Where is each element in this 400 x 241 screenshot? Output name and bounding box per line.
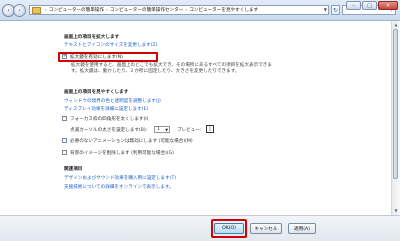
magnifier-description: 拡大鏡を使用すると、画面上のどこでも拡大でき、その場所にあるすべての項目を拡大表… (71, 63, 341, 75)
link-assistive-technology[interactable]: 支援技術についての詳細をオンラインで表示します。 (64, 184, 174, 190)
control-panel-icon (32, 6, 41, 14)
cursor-width-value: 1 (157, 127, 160, 132)
animations-checkbox[interactable] (62, 138, 67, 143)
scroll-down-icon[interactable]: ▼ (393, 208, 399, 214)
cursor-width-select[interactable]: 1 ▼ (154, 126, 170, 133)
chevron-down-icon: ▼ (165, 127, 168, 132)
link-display-effects[interactable]: ディスプレイ効果を詳細に設定します(E) (64, 106, 148, 112)
vertical-scrollbar[interactable]: ▲ ▼ (391, 21, 400, 215)
section-title-magnify: 画面上の項目を拡大します (64, 35, 120, 40)
chevron-down-icon[interactable]: ▼ (324, 7, 327, 12)
maximize-button[interactable]: □ (362, 1, 377, 10)
link-text-size[interactable]: テキストとアイコンのサイズを変更します(Z) (64, 42, 158, 48)
section-title-visibility: 画面上の項目を見やすくします (64, 90, 129, 95)
ok-button-highlight (211, 219, 247, 238)
breadcrumb-separator: › (185, 7, 188, 13)
address-bar[interactable]: › コンピューターの簡単操作 › コンピューターの簡単操作センター › コンピュ… (29, 5, 329, 15)
link-sound-effects[interactable]: デザインおよびサウンド効果を購入用に設定します(T) (64, 175, 176, 181)
section-title-related: 関連項目 (64, 167, 83, 172)
breadcrumb-separator: › (105, 7, 108, 13)
breadcrumb-ease-center[interactable]: コンピューターの簡単操作センター (110, 7, 184, 13)
breadcrumb-separator: › (45, 7, 47, 13)
magnifier-description-line2: す。拡大鏡は、動かしたり、3 か所に固定したり、大きさを変更したりできます。 (71, 69, 240, 74)
minimize-button[interactable]: – (346, 1, 361, 10)
refresh-icon: ↻ (332, 6, 339, 14)
preview-label: プレビュー: (177, 128, 202, 133)
scroll-thumb[interactable] (393, 29, 398, 179)
main-content: 画面上の項目を拡大します テキストとアイコンのサイズを変更します(Z) 拡大鏡を… (0, 21, 392, 215)
forward-button[interactable]: › (13, 4, 26, 17)
nav-buttons: ‹ › (2, 4, 26, 17)
scroll-up-icon[interactable]: ▲ (393, 22, 399, 28)
window-controls: – □ ✕ (346, 1, 398, 10)
magnifier-checkbox-label[interactable]: 拡大鏡を有効にします(N) (70, 54, 123, 60)
button-bar: OK(O) キャンセル 適用(A) (0, 215, 400, 241)
breadcrumb-current-page[interactable]: コンピューターを見やすくします (189, 7, 258, 13)
breadcrumb-ease-of-access[interactable]: コンピューターの簡単操作 (49, 7, 104, 13)
cancel-button[interactable]: キャンセル (250, 223, 282, 234)
background-image-label[interactable]: 背景のイメージを削除します (利用可能な場合)(G) (70, 150, 174, 156)
refresh-button[interactable]: ↻ (331, 5, 340, 15)
background-image-checkbox[interactable] (62, 150, 67, 155)
focus-rectangle-checkbox[interactable] (62, 116, 67, 121)
cursor-width-label: 点滅カーソルの太さを設定します(B): (70, 128, 148, 133)
focus-rectangle-label[interactable]: フォーカス枠の四角形を太くします(I) (70, 116, 148, 122)
title-bar: ‹ › › コンピューターの簡単操作 › コンピューターの簡単操作センター › … (0, 0, 400, 21)
close-button[interactable]: ✕ (378, 1, 398, 10)
cursor-preview: | (206, 125, 214, 133)
apply-button[interactable]: 適用(A) (288, 223, 316, 234)
animations-label[interactable]: 必要のないアニメーションは無効にします (可能な場合)(M) (70, 138, 193, 144)
link-window-border[interactable]: ウィンドウの境界の色と透明度を調整します(J) (64, 98, 161, 104)
magnifier-checkbox[interactable] (62, 53, 67, 59)
